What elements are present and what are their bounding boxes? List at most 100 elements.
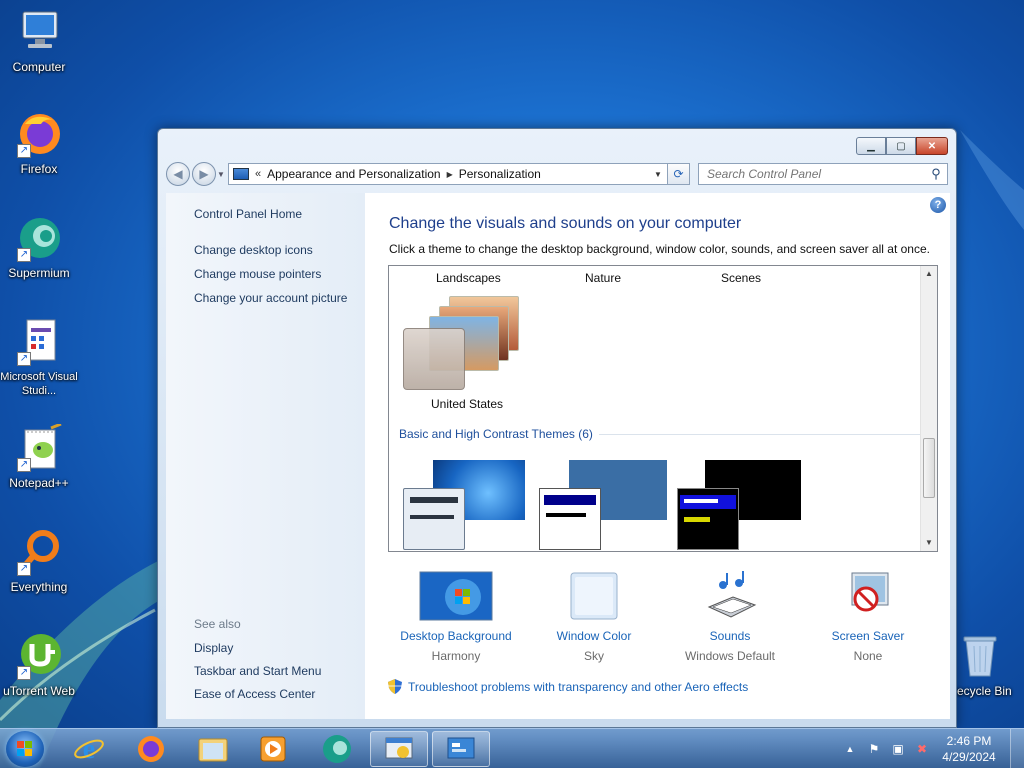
- desktop-icon-everything[interactable]: ↗ Everything: [0, 528, 78, 594]
- help-icon[interactable]: ?: [930, 197, 946, 213]
- display-link[interactable]: Display: [194, 641, 321, 655]
- see-also-header: See also: [194, 617, 241, 631]
- forward-arrow-icon: ▶: [199, 167, 209, 181]
- united-states-theme[interactable]: [403, 294, 533, 394]
- clock[interactable]: 2:46 PM 4/29/2024: [934, 733, 1004, 765]
- theme-nature-label[interactable]: Nature: [585, 271, 621, 285]
- desktop-icon-firefox[interactable]: ↗ Firefox: [0, 110, 78, 176]
- desktop-icon-label: Firefox: [20, 162, 58, 176]
- everything-icon: ↗: [15, 528, 63, 576]
- sounds-title[interactable]: Sounds: [660, 629, 800, 643]
- taskbar-personalization[interactable]: [370, 731, 428, 767]
- breadcrumb-appearance[interactable]: Appearance and Personalization: [267, 167, 440, 181]
- ease-of-access-link[interactable]: Ease of Access Center: [194, 687, 321, 701]
- screen-saver-icon: [798, 571, 938, 621]
- desktop-icon-computer[interactable]: Computer: [0, 8, 78, 74]
- desktop-icon-notepadpp[interactable]: ↗ Notepad++: [0, 422, 78, 490]
- window-color-title[interactable]: Window Color: [524, 629, 664, 643]
- control-panel-home-link[interactable]: Control Panel Home: [194, 207, 365, 221]
- show-hidden-icons-button[interactable]: ▲: [842, 741, 858, 757]
- start-button[interactable]: [6, 731, 44, 767]
- refresh-button[interactable]: ⟳: [668, 163, 690, 185]
- navigation-bar: ◀ ▶ ▼ « Appearance and Personalization ▶…: [166, 161, 948, 187]
- theme-landscapes-label[interactable]: Landscapes: [436, 271, 501, 285]
- group-divider: [599, 434, 925, 435]
- action-center-flag-icon[interactable]: ⚑: [866, 741, 882, 757]
- shield-icon: [388, 679, 402, 694]
- svg-text:e: e: [83, 734, 95, 765]
- desktop-icon-utorrent[interactable]: ↗ uTorrent Web: [0, 632, 78, 698]
- high-contrast-black-theme[interactable]: [677, 460, 807, 551]
- scroll-down-button[interactable]: ▼: [921, 535, 937, 551]
- search-box[interactable]: ⚲: [698, 163, 948, 185]
- taskbar-supermium[interactable]: [308, 731, 366, 767]
- high-contrast-white-theme[interactable]: [539, 460, 669, 551]
- change-desktop-icons-link[interactable]: Change desktop icons: [194, 243, 365, 257]
- screen-saver-title[interactable]: Screen Saver: [798, 629, 938, 643]
- theme-list-scrollbar[interactable]: ▲ ▼: [920, 266, 937, 551]
- desktop-icon-label: Microsoft Visual Studi...: [0, 371, 78, 397]
- desktop-background-icon: [386, 571, 526, 621]
- taskbar-firefox[interactable]: [122, 731, 180, 767]
- desktop-background-value: Harmony: [431, 649, 481, 663]
- utorrent-icon: ↗: [15, 632, 63, 680]
- change-account-picture-link[interactable]: Change your account picture: [194, 291, 365, 305]
- desktop-icon-visual-studio[interactable]: ↗ Microsoft Visual Studi...: [0, 318, 78, 398]
- screen-saver-shortcut[interactable]: Screen Saver None: [798, 571, 938, 663]
- media-player-icon: [260, 736, 286, 762]
- taskbar-internet-explorer[interactable]: e: [60, 731, 118, 767]
- theme-list[interactable]: Landscapes Nature Scenes United States B…: [388, 265, 938, 552]
- window-color-icon: [524, 571, 664, 621]
- change-mouse-pointers-link[interactable]: Change mouse pointers: [194, 267, 365, 281]
- volume-muted-icon[interactable]: ✖: [914, 741, 930, 757]
- search-input[interactable]: [699, 167, 925, 181]
- notepadpp-icon: ↗: [15, 422, 63, 472]
- scroll-thumb[interactable]: [923, 438, 935, 498]
- taskbar-media-player[interactable]: [244, 731, 302, 767]
- address-dropdown-icon[interactable]: ▼: [649, 170, 667, 179]
- internet-explorer-icon: e: [74, 734, 104, 765]
- theme-settings-shortcuts: Desktop Background Harmony Window Color …: [388, 571, 938, 671]
- screen-saver-value: None: [853, 649, 883, 663]
- taskbar-start-menu-link[interactable]: Taskbar and Start Menu: [194, 664, 321, 678]
- shortcut-arrow-icon: ↗: [17, 666, 31, 680]
- desktop-background-shortcut[interactable]: Desktop Background Harmony: [386, 571, 526, 663]
- window-color-shortcut[interactable]: Window Color Sky: [524, 571, 664, 663]
- folder-icon: [198, 738, 228, 762]
- troubleshoot-link[interactable]: Troubleshoot problems with transparency …: [388, 679, 748, 694]
- recent-pages-dropdown[interactable]: ▼: [216, 170, 226, 179]
- shortcut-arrow-icon: ↗: [17, 458, 31, 472]
- sounds-shortcut[interactable]: Sounds Windows Default: [660, 571, 800, 663]
- united-states-theme-label[interactable]: United States: [431, 397, 503, 411]
- firefox-icon: ↗: [15, 110, 63, 158]
- minimize-button[interactable]: ▁: [856, 137, 886, 155]
- address-bar[interactable]: « Appearance and Personalization ▶ Perso…: [228, 163, 668, 185]
- show-desktop-button[interactable]: [1010, 729, 1024, 768]
- task-pane: Control Panel Home Change desktop icons …: [166, 193, 365, 719]
- close-button[interactable]: ✕: [916, 137, 948, 155]
- refresh-icon: ⟳: [673, 167, 684, 181]
- back-arrow-icon: ◀: [173, 167, 183, 181]
- windows7-basic-theme[interactable]: [403, 460, 533, 551]
- forward-button[interactable]: ▶: [192, 162, 216, 186]
- window-client-area: Control Panel Home Change desktop icons …: [166, 193, 950, 719]
- magnifier-icon[interactable]: ⚲: [925, 166, 947, 182]
- breadcrumb-personalization[interactable]: Personalization: [459, 167, 541, 181]
- back-button[interactable]: ◀: [166, 162, 190, 186]
- desktop-background-title[interactable]: Desktop Background: [386, 629, 526, 643]
- troubleshoot-link-text[interactable]: Troubleshoot problems with transparency …: [408, 680, 748, 694]
- theme-scenes-label[interactable]: Scenes: [721, 271, 761, 285]
- maximize-button[interactable]: ▢: [886, 137, 916, 155]
- taskbar-control-panel[interactable]: [432, 731, 490, 767]
- scroll-up-button[interactable]: ▲: [921, 266, 937, 282]
- basic-themes-header: Basic and High Contrast Themes (6): [399, 427, 593, 441]
- clock-time: 2:46 PM: [946, 734, 992, 748]
- taskbar-file-explorer[interactable]: [184, 731, 242, 767]
- sounds-value: Windows Default: [684, 649, 776, 663]
- network-icon[interactable]: ▣: [890, 741, 906, 757]
- control-panel-icon: [233, 168, 249, 180]
- address-overflow[interactable]: «: [255, 168, 261, 180]
- desktop-icon-supermium[interactable]: ↗ Supermium: [0, 214, 78, 280]
- system-tray: ▲ ⚑ ▣ ✖ 2:46 PM 4/29/2024: [838, 729, 1024, 768]
- breadcrumb-separator-icon[interactable]: ▶: [447, 170, 453, 179]
